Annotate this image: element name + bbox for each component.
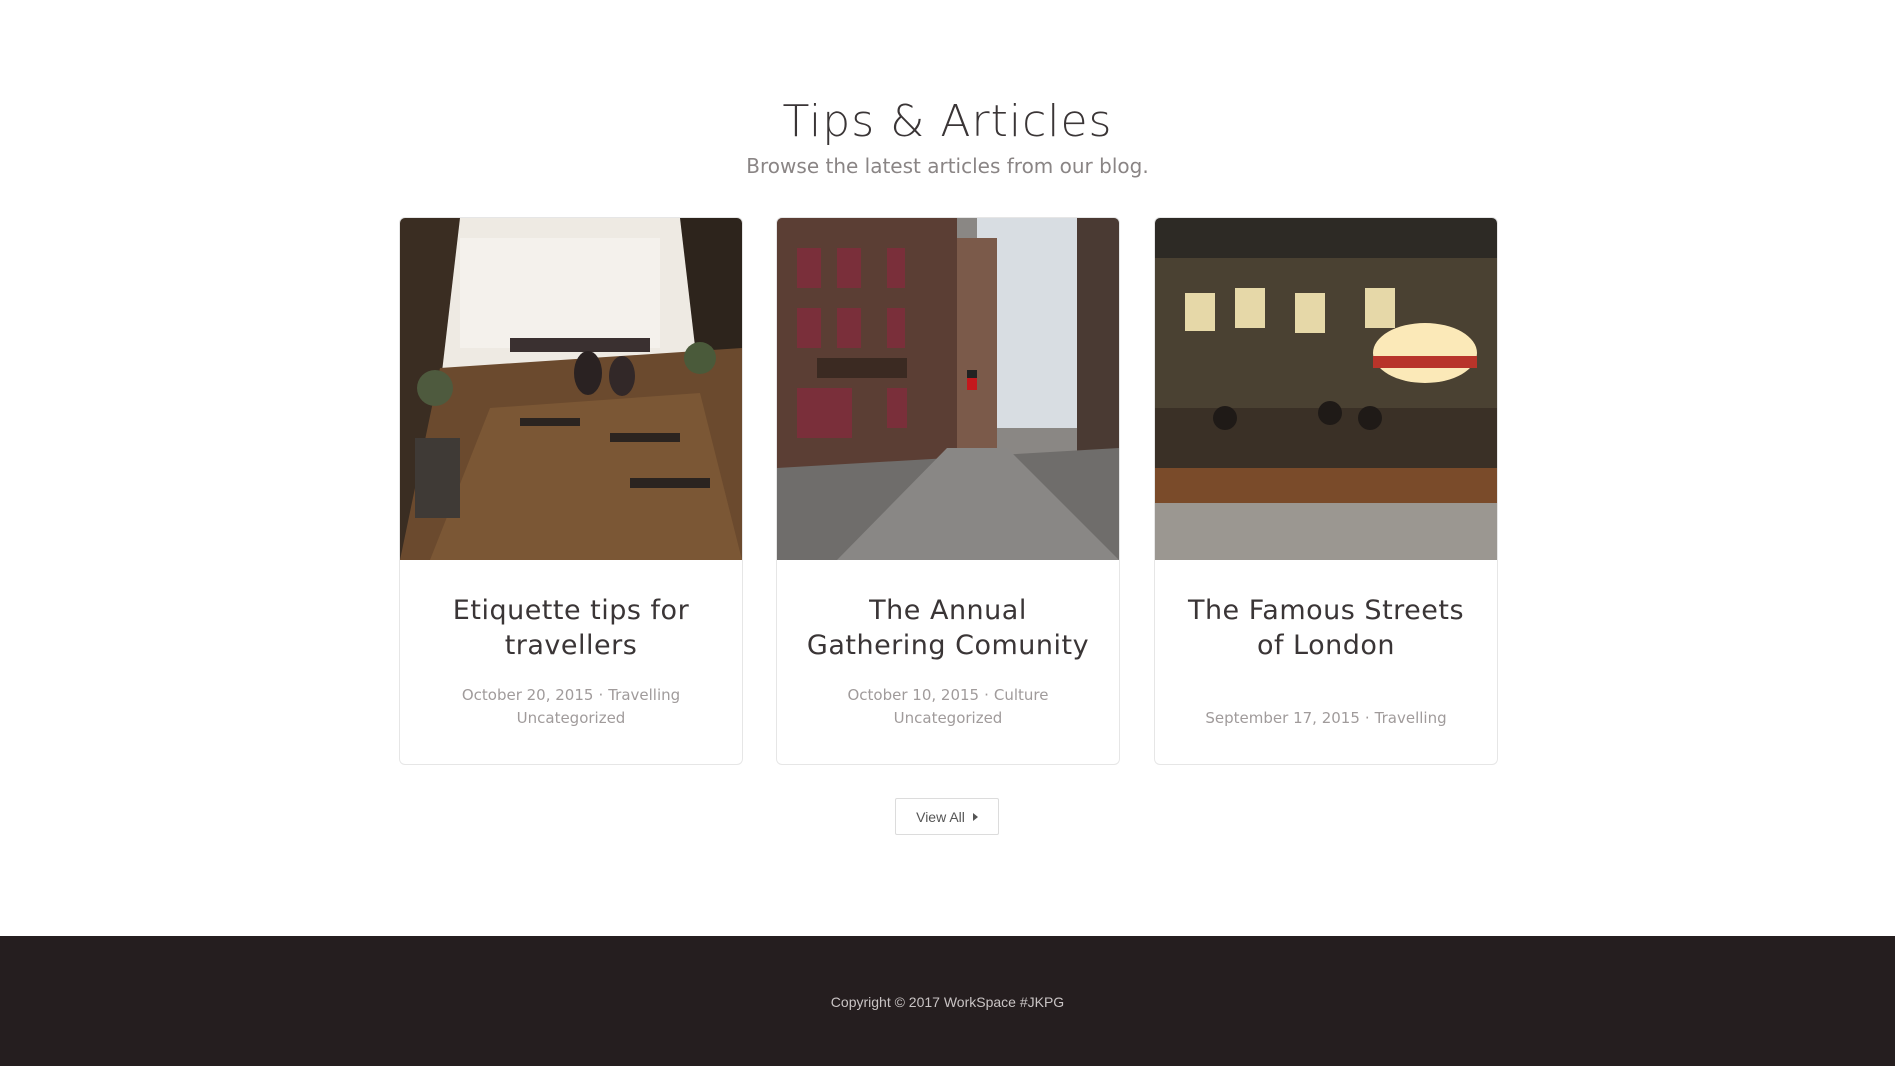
article-tag[interactable]: Uncategorized (517, 709, 626, 727)
caret-right-icon (972, 812, 978, 821)
article-category[interactable]: Travelling (608, 686, 680, 704)
article-tag[interactable]: Uncategorized (894, 709, 1003, 727)
article-date[interactable]: October 20, 2015 (462, 686, 594, 704)
article-category[interactable]: Travelling (1375, 709, 1447, 727)
article-title[interactable]: Etiquette tips for travellers (420, 593, 722, 663)
article-date[interactable]: October 10, 2015 (848, 686, 980, 704)
article-card[interactable]: Etiquette tips for travellers October 20… (399, 217, 743, 765)
article-category[interactable]: Culture (994, 686, 1049, 704)
cafe-interior-photo[interactable] (400, 218, 742, 560)
meta-separator: · (598, 686, 604, 704)
footer: Copyright © 2017 WorkSpace #JKPG (0, 936, 1895, 1066)
meta-separator: · (1364, 709, 1370, 727)
city-street-photo[interactable] (777, 218, 1119, 560)
section-title: Tips & Articles (782, 96, 1113, 147)
article-meta: October 10, 2015 · Culture Uncategorized (797, 684, 1099, 730)
section-subtitle: Browse the latest articles from our blog… (746, 154, 1149, 178)
copyright-text: Copyright © 2017 WorkSpace #JKPG (830, 994, 1065, 1010)
article-title[interactable]: The Annual Gathering Comunity (797, 593, 1099, 663)
article-card[interactable]: The Annual Gathering Comunity October 10… (776, 217, 1120, 765)
article-title[interactable]: The Famous Streets of London (1175, 593, 1477, 663)
article-card[interactable]: The Famous Streets of London September 1… (1154, 217, 1498, 765)
view-all-button[interactable]: View All (895, 798, 999, 835)
article-meta: October 20, 2015 · Travelling Uncategorize… (420, 684, 722, 730)
meta-separator: · (984, 686, 989, 704)
article-date[interactable]: September 17, 2015 (1205, 709, 1359, 727)
restaurant-bar-photo[interactable] (1155, 218, 1497, 560)
article-meta: September 17, 2015 · Travelling (1175, 707, 1477, 730)
view-all-label: View All (916, 808, 965, 825)
